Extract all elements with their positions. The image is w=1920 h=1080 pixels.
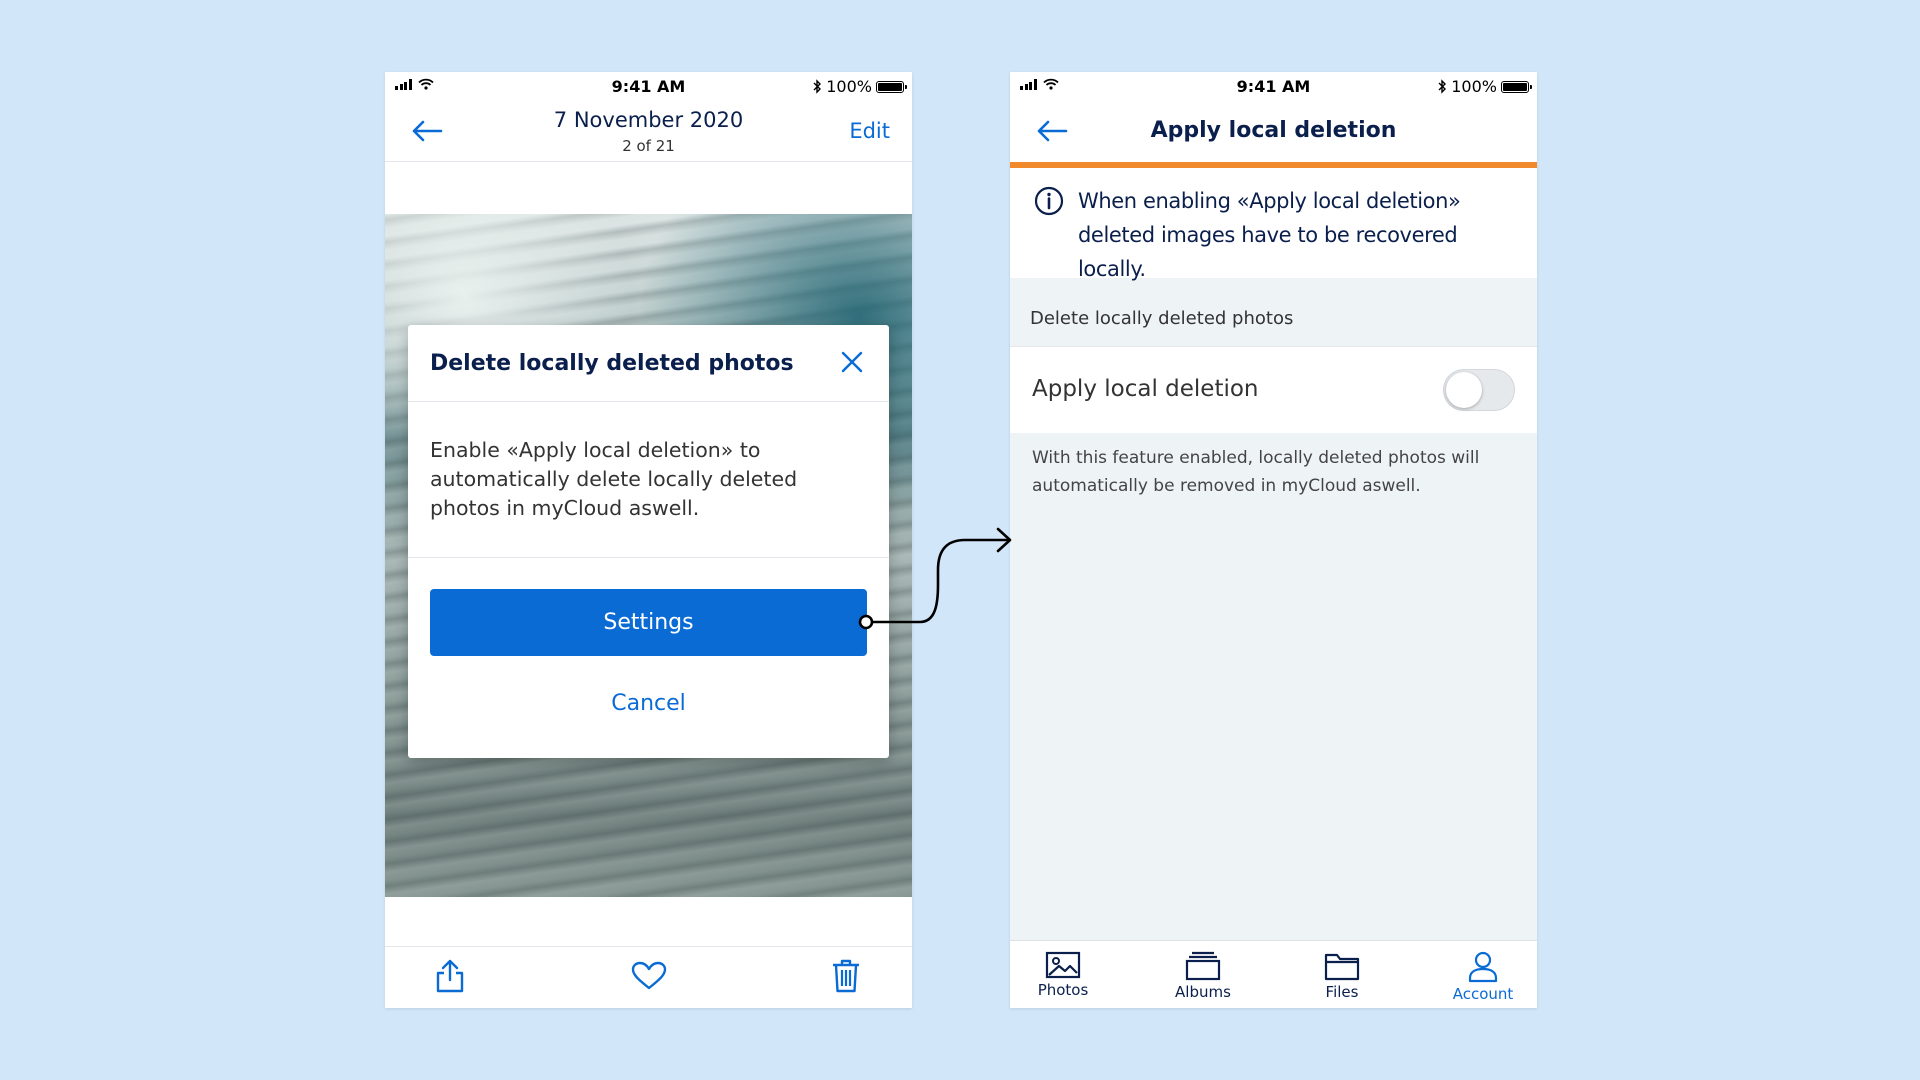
tab-label: Files [1325,983,1359,1001]
tab-photos[interactable]: Photos [1013,951,1113,999]
apply-local-deletion-row: Apply local deletion [1010,346,1537,433]
dialog-title: Delete locally deleted photos [430,351,794,376]
battery-icon [1501,80,1532,93]
share-icon[interactable] [435,958,465,994]
flow-connector-arrow [858,527,1012,630]
info-text: When enabling «Apply local deletion» del… [1078,189,1461,281]
apply-local-deletion-toggle[interactable] [1443,369,1515,411]
status-bar: 9:41 AM 100% [385,72,912,98]
photo-viewer-screen: 9:41 AM 100% 7 November 2020 2 of 21 Edi… [385,72,912,1008]
settings-screen: 9:41 AM 100% Apply local deletion When e… [1010,72,1537,1008]
bluetooth-icon [813,79,822,94]
tab-label: Photos [1037,981,1089,999]
tab-label: Albums [1175,983,1231,1001]
tab-albums[interactable]: Albums [1153,951,1253,1001]
bluetooth-icon [1438,79,1447,94]
battery-percent: 100% [1451,77,1497,96]
battery-percent: 100% [826,77,872,96]
info-icon [1034,186,1064,216]
tab-label: Account [1452,985,1514,1003]
photo-counter: 2 of 21 [622,137,675,155]
tab-account[interactable]: Account [1433,951,1533,1003]
settings-header: Apply local deletion [1010,98,1537,168]
toggle-label: Apply local deletion [1032,376,1259,402]
cancel-button[interactable]: Cancel [408,691,889,716]
tab-bar: Photos Albums Files Account [1010,940,1537,1008]
viewer-toolbar [385,946,912,1008]
heart-icon[interactable] [631,961,667,991]
dialog-message: Enable «Apply local deletion» to automat… [430,438,798,520]
delete-dialog: Delete locally deleted photos Enable «Ap… [408,325,889,758]
close-icon[interactable] [841,351,863,373]
status-bar: 9:41 AM 100% [1010,72,1537,98]
settings-button[interactable]: Settings [430,589,867,656]
tab-files[interactable]: Files [1292,951,1392,1001]
edit-button[interactable]: Edit [849,119,890,143]
files-icon [1324,953,1360,981]
trash-icon[interactable] [831,958,861,994]
viewer-title: 7 November 2020 [553,108,744,132]
section-header: Delete locally deleted photos [1030,308,1294,329]
account-icon [1468,951,1498,983]
info-banner: When enabling «Apply local deletion» del… [1010,168,1537,281]
feature-description: With this feature enabled, locally delet… [1032,448,1480,496]
page-title: Apply local deletion [1150,118,1397,143]
photos-icon [1045,951,1081,979]
viewer-header: 7 November 2020 2 of 21 Edit [385,98,912,162]
battery-icon [876,80,907,93]
albums-icon [1185,951,1221,981]
toggle-knob [1446,372,1482,408]
